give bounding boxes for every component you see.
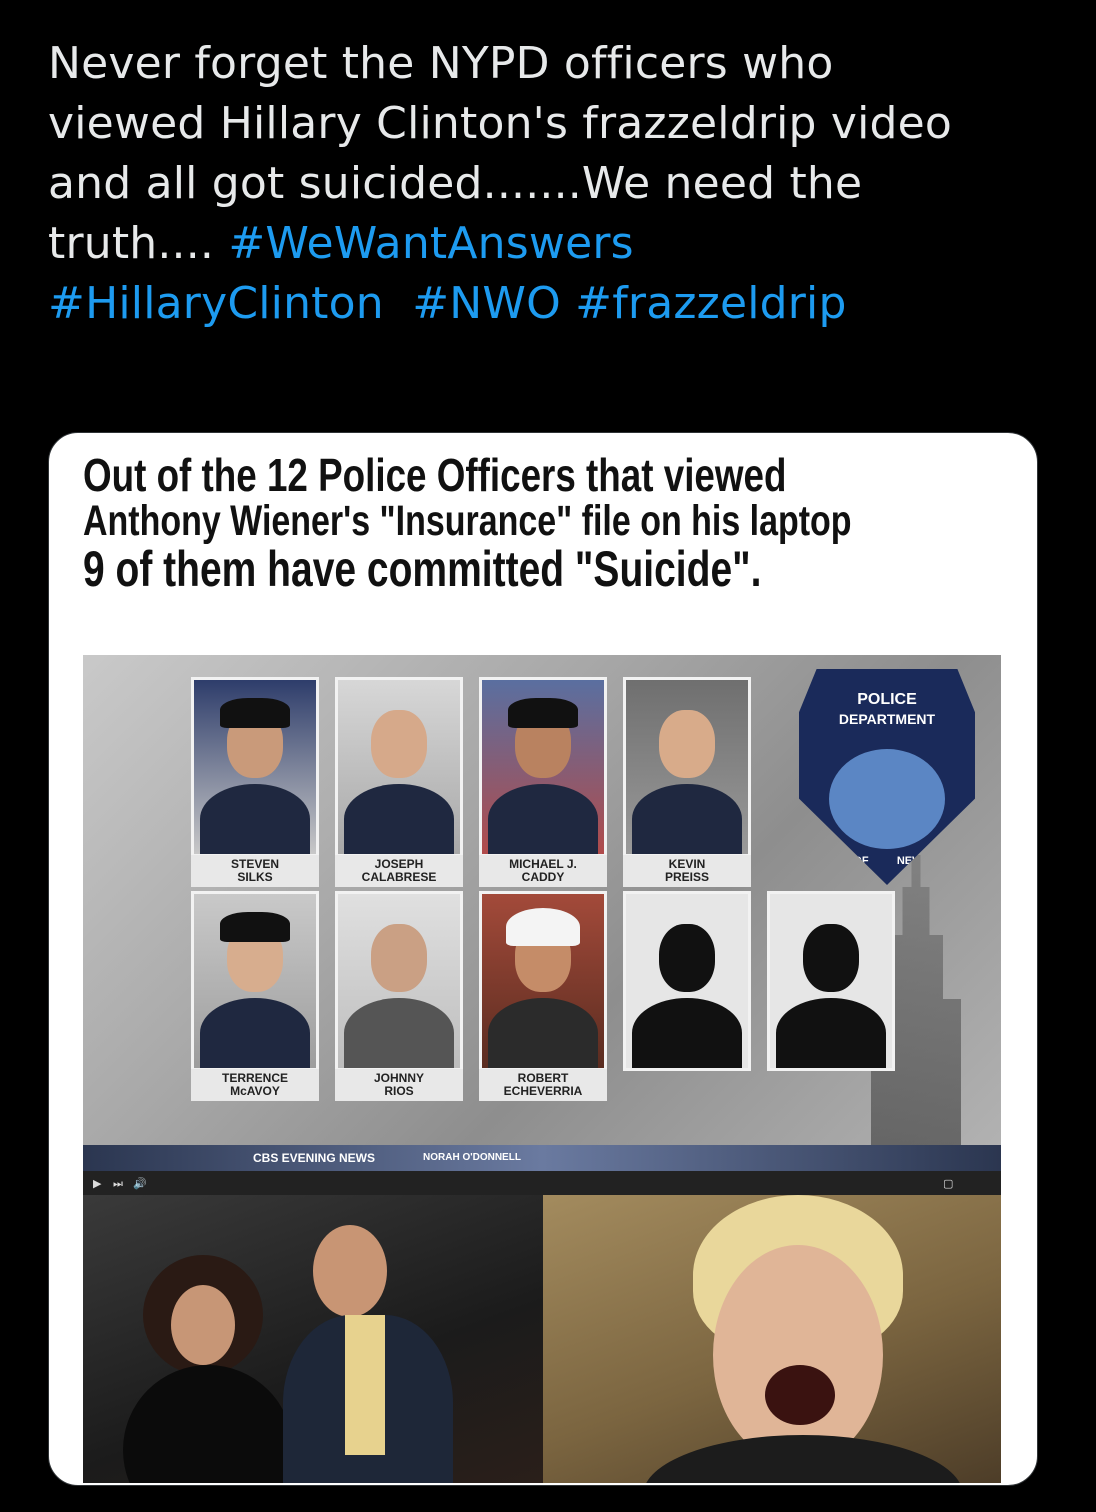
tweet-text: Never forget the NYPD officers who viewe… (48, 34, 1058, 334)
video-player-controls: ▶ ⏭ 🔊 ▢ (83, 1171, 1001, 1195)
next-icon: ⏭ (113, 1177, 123, 1190)
officer-name-tag: KEVIN PREISS (623, 855, 751, 887)
tweet-line-4: truth.... #WeWantAnswers (48, 214, 1058, 274)
volume-icon: 🔊 (133, 1177, 147, 1190)
unknown-officer-silhouette (623, 891, 751, 1071)
nypd-badge-icon: POLICE DEPARTMENT CITY OF NEW YORK (799, 669, 975, 885)
media-image-card[interactable]: Out of the 12 Police Officers that viewe… (48, 432, 1038, 1486)
officer-photo (479, 891, 607, 1071)
unknown-officer-silhouette (767, 891, 895, 1071)
officer-photo (479, 677, 607, 857)
meme-title-line-2: Anthony Wiener's "Insurance" file on his… (83, 497, 852, 545)
meme-title: Out of the 12 Police Officers that viewe… (83, 451, 1023, 595)
officer-name-tag: STEVEN SILKS (191, 855, 319, 887)
tweet-line-3: and all got suicided.......We need the (48, 158, 863, 209)
photo-couple (83, 1195, 543, 1483)
officer-name-tag: JOHNNY RIOS (335, 1069, 463, 1101)
hashtag-wewantanswers[interactable]: #WeWantAnswers (228, 218, 633, 269)
news-screenshot: STEVEN SILKS JOSEPH CALABRESE MICHAEL J. CA… (83, 655, 1001, 1195)
hashtag-frazzeldrip[interactable]: #frazzeldrip (575, 278, 846, 329)
meme-title-line-3: 9 of them have committed "Suicide". (83, 541, 762, 597)
officer-name-tag: ROBERT ECHEVERRIA (479, 1069, 607, 1101)
officer-name-tag: JOSEPH CALABRESE (335, 855, 463, 887)
meme-title-line-1: Out of the 12 Police Officers that viewe… (83, 449, 787, 501)
officer-name-tag: TERRENCE McAVOY (191, 1069, 319, 1101)
tweet-line-2: viewed Hillary Clinton's frazzeldrip vid… (48, 98, 953, 149)
officer-name-tag: MICHAEL J. CADDY (479, 855, 607, 887)
tweet-line-4-text: truth.... (48, 218, 229, 269)
officer-photo (191, 677, 319, 857)
hashtag-nwo[interactable]: #NWO (412, 278, 561, 329)
officer-photo (623, 677, 751, 857)
news-ticker: CBS EVENING NEWS NORAH O'DONNELL (83, 1145, 1001, 1171)
officer-photo (191, 891, 319, 1071)
tweet-line-1: Never forget the NYPD officers who (48, 38, 834, 89)
officer-photo (335, 891, 463, 1071)
fullscreen-icon: ▢ (943, 1177, 954, 1190)
ticker-anchor: NORAH O'DONNELL (423, 1152, 521, 1163)
tweet-line-5: #HillaryClinton #NWO #frazzeldrip (48, 274, 1058, 334)
photo-laughing-woman (543, 1195, 1001, 1483)
ticker-network: CBS EVENING NEWS (253, 1151, 376, 1165)
hashtag-hillaryclinton[interactable]: #HillaryClinton (48, 278, 384, 329)
officer-photo (335, 677, 463, 857)
play-icon: ▶ (93, 1177, 102, 1190)
